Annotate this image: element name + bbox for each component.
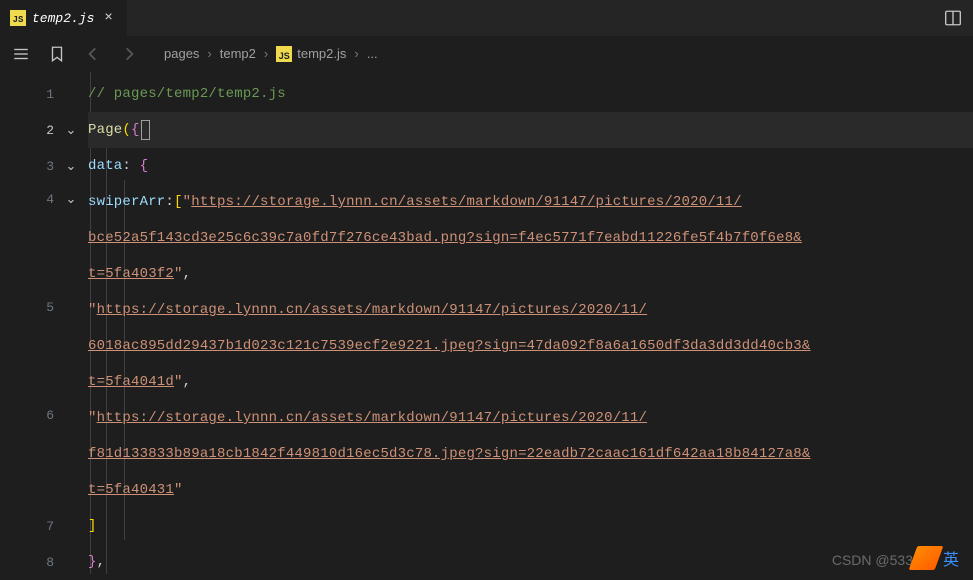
split-editor-button[interactable] [933,0,973,36]
list-icon[interactable] [12,45,30,63]
breadcrumb[interactable]: pages › temp2 › JS temp2.js › ... [164,46,378,62]
fold-column: ⌄ ⌄ ⌄ [62,72,88,574]
sogou-icon [909,546,944,570]
chevron-right-icon: › [207,46,211,61]
text-cursor [141,120,150,140]
tab-label: temp2.js [32,11,94,26]
code-editor[interactable]: 1 2 3 4 5 6 7 8 ⌄ ⌄ ⌄ // pages/temp2/tem… [0,72,973,574]
tab-close-button[interactable]: × [100,10,116,26]
tab-bar: JS temp2.js × [0,0,973,36]
chevron-right-icon: › [264,46,268,61]
fold-toggle[interactable]: ⌄ [62,184,88,292]
breadcrumb-temp2[interactable]: temp2 [220,46,256,61]
code-area[interactable]: // pages/temp2/temp2.js Page({ data: { s… [88,72,973,574]
js-file-icon: JS [276,46,292,62]
tab-temp2[interactable]: JS temp2.js × [0,0,128,36]
watermark-text: CSDN @533 [832,552,913,568]
editor-toolbar: pages › temp2 › JS temp2.js › ... [0,36,973,72]
breadcrumb-more[interactable]: ... [367,46,378,61]
bookmark-icon[interactable] [48,45,66,63]
js-file-icon: JS [10,10,26,26]
nav-forward-button[interactable] [120,45,138,63]
nav-back-button[interactable] [84,45,102,63]
line-number-gutter: 1 2 3 4 5 6 7 8 [0,72,62,574]
breadcrumb-pages[interactable]: pages [164,46,199,61]
fold-toggle[interactable]: ⌄ [62,112,88,148]
tab-bar-spacer [128,0,933,36]
chevron-right-icon: › [354,46,358,61]
ime-indicator: 英 [913,544,973,574]
fold-toggle[interactable]: ⌄ [62,148,88,184]
breadcrumb-file[interactable]: JS temp2.js [276,46,346,62]
